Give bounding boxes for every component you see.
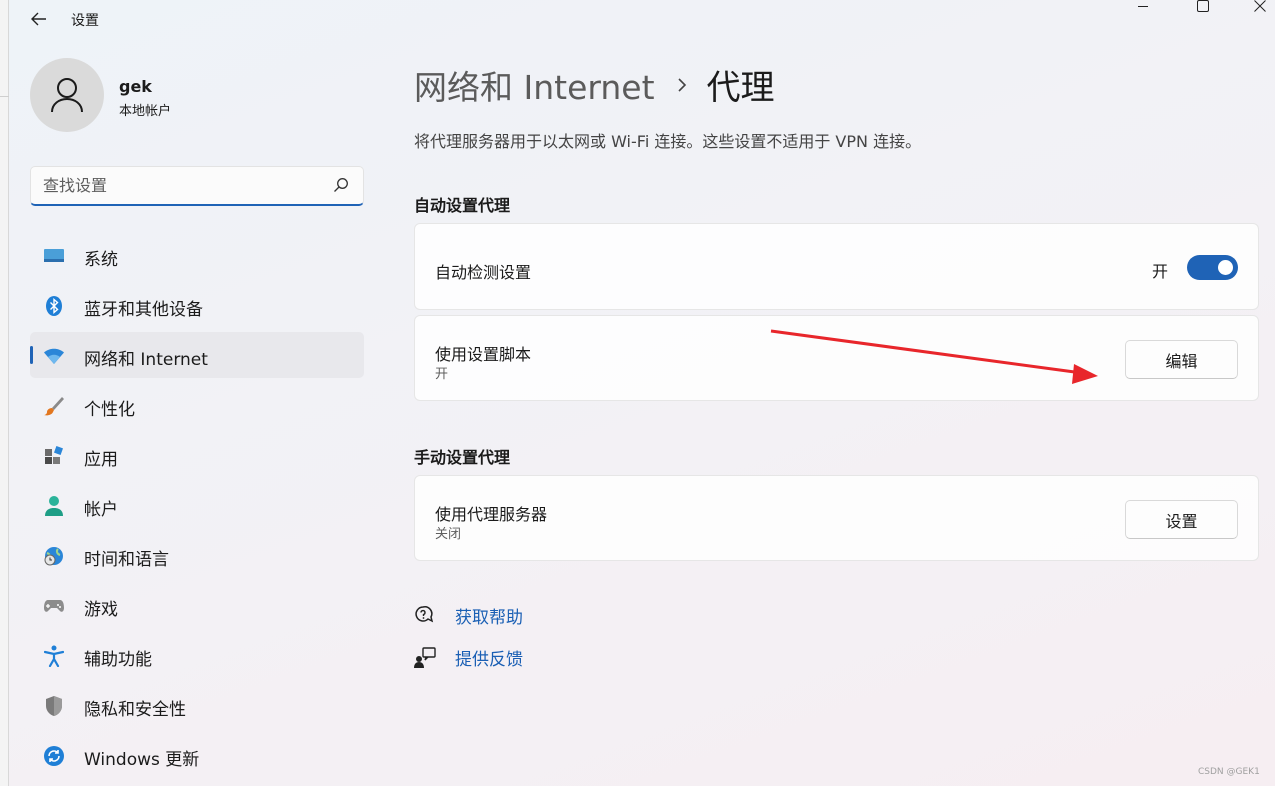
sidebar-item-time-language[interactable]: 时间和语言: [30, 532, 364, 578]
avatar[interactable]: [30, 58, 104, 132]
account-type: 本地帐户: [119, 104, 172, 119]
sidebar-item-accounts[interactable]: 帐户: [30, 482, 364, 528]
sidebar-item-bluetooth[interactable]: 蓝牙和其他设备: [30, 282, 364, 328]
accessibility-icon: [43, 645, 65, 667]
brush-icon: [43, 395, 65, 417]
breadcrumb: 网络和 Internet 代理: [414, 60, 775, 109]
search-icon: [334, 178, 348, 192]
edit-button[interactable]: 编辑: [1125, 340, 1238, 379]
monitor-icon: [43, 245, 65, 267]
app-title: 设置: [71, 13, 99, 29]
sidebar-item-label: 应用: [84, 450, 118, 470]
feedback-label: 提供反馈: [455, 650, 523, 670]
help-chat-icon: [414, 605, 436, 627]
minimize-icon: [1138, 6, 1148, 7]
maximize-button[interactable]: [1180, 0, 1226, 16]
account-icon: [43, 495, 65, 517]
bluetooth-icon: [43, 295, 65, 317]
globe-clock-icon: [43, 545, 65, 567]
breadcrumb-parent-link[interactable]: 网络和 Internet: [414, 61, 655, 109]
sidebar-item-network[interactable]: 网络和 Internet: [30, 332, 364, 378]
sidebar-item-windows-update[interactable]: Windows 更新: [30, 732, 364, 778]
back-button[interactable]: [27, 8, 51, 30]
sidebar-item-label: 辅助功能: [84, 650, 152, 670]
section-title-auto-proxy: 自动设置代理: [414, 196, 511, 215]
watermark: CSDN @GEK1: [1198, 767, 1260, 777]
sidebar-item-label: 帐户: [84, 500, 118, 520]
search-input[interactable]: [31, 167, 311, 203]
auto-detect-card: 自动检测设置 开: [414, 223, 1259, 310]
sidebar-item-gaming[interactable]: 游戏: [30, 582, 364, 628]
close-icon: [1254, 0, 1266, 12]
search-box[interactable]: [30, 166, 364, 206]
wifi-icon: [43, 345, 65, 367]
title-bar: 设置: [9, 0, 1275, 38]
setup-script-label: 使用设置脚本: [435, 345, 532, 364]
setup-script-status: 开: [435, 367, 449, 382]
proxy-server-card: 使用代理服务器 关闭 设置: [414, 475, 1259, 561]
gamepad-icon: [43, 595, 65, 617]
update-icon: [43, 745, 65, 767]
sidebar-item-system[interactable]: 系统: [30, 232, 364, 278]
maximize-icon: [1197, 0, 1209, 12]
apps-icon: [43, 445, 65, 467]
sidebar-item-label: 蓝牙和其他设备: [84, 300, 203, 320]
get-help-link[interactable]: 获取帮助: [414, 603, 523, 628]
minimize-button[interactable]: [1120, 0, 1166, 16]
toggle-state-label: 开: [1151, 262, 1168, 281]
sidebar-item-apps[interactable]: 应用: [30, 432, 364, 478]
auto-detect-label: 自动检测设置: [435, 263, 532, 282]
sidebar-item-label: 游戏: [84, 600, 118, 620]
search-button[interactable]: [333, 177, 351, 195]
page-description: 将代理服务器用于以太网或 Wi-Fi 连接。这些设置不适用于 VPN 连接。: [414, 132, 922, 151]
sidebar-item-privacy[interactable]: 隐私和安全性: [30, 682, 364, 728]
chevron-right-icon: [677, 77, 687, 93]
sidebar-item-label: 个性化: [84, 400, 135, 420]
arrow-left-icon: [31, 12, 46, 26]
close-button[interactable]: [1237, 0, 1275, 16]
section-title-manual-proxy: 手动设置代理: [414, 448, 511, 467]
sidebar-item-accessibility[interactable]: 辅助功能: [30, 632, 364, 678]
sidebar-item-label: 网络和 Internet: [84, 350, 208, 370]
proxy-server-status: 关闭: [435, 527, 462, 542]
background-window-edge: [0, 0, 9, 786]
get-help-label: 获取帮助: [455, 608, 523, 628]
proxy-server-label: 使用代理服务器: [435, 505, 548, 524]
sidebar-item-personalization[interactable]: 个性化: [30, 382, 364, 428]
sidebar-item-label: 系统: [84, 250, 118, 270]
shield-icon: [43, 695, 65, 717]
user-name: gek: [119, 77, 152, 96]
sidebar-item-label: Windows 更新: [84, 750, 200, 770]
person-icon: [51, 78, 83, 113]
setup-button[interactable]: 设置: [1125, 500, 1238, 539]
sidebar-item-label: 隐私和安全性: [84, 700, 186, 720]
feedback-icon: [414, 646, 436, 669]
sidebar-nav: 系统 蓝牙和其他设备 网络和 Internet 个性化 应用 帐户 时间和语言 …: [30, 232, 364, 782]
auto-detect-toggle[interactable]: [1187, 255, 1238, 280]
setup-script-card: 使用设置脚本 开 编辑: [414, 315, 1259, 401]
feedback-link[interactable]: 提供反馈: [414, 645, 523, 670]
page-title: 代理: [706, 68, 775, 108]
sidebar-item-label: 时间和语言: [84, 550, 169, 570]
